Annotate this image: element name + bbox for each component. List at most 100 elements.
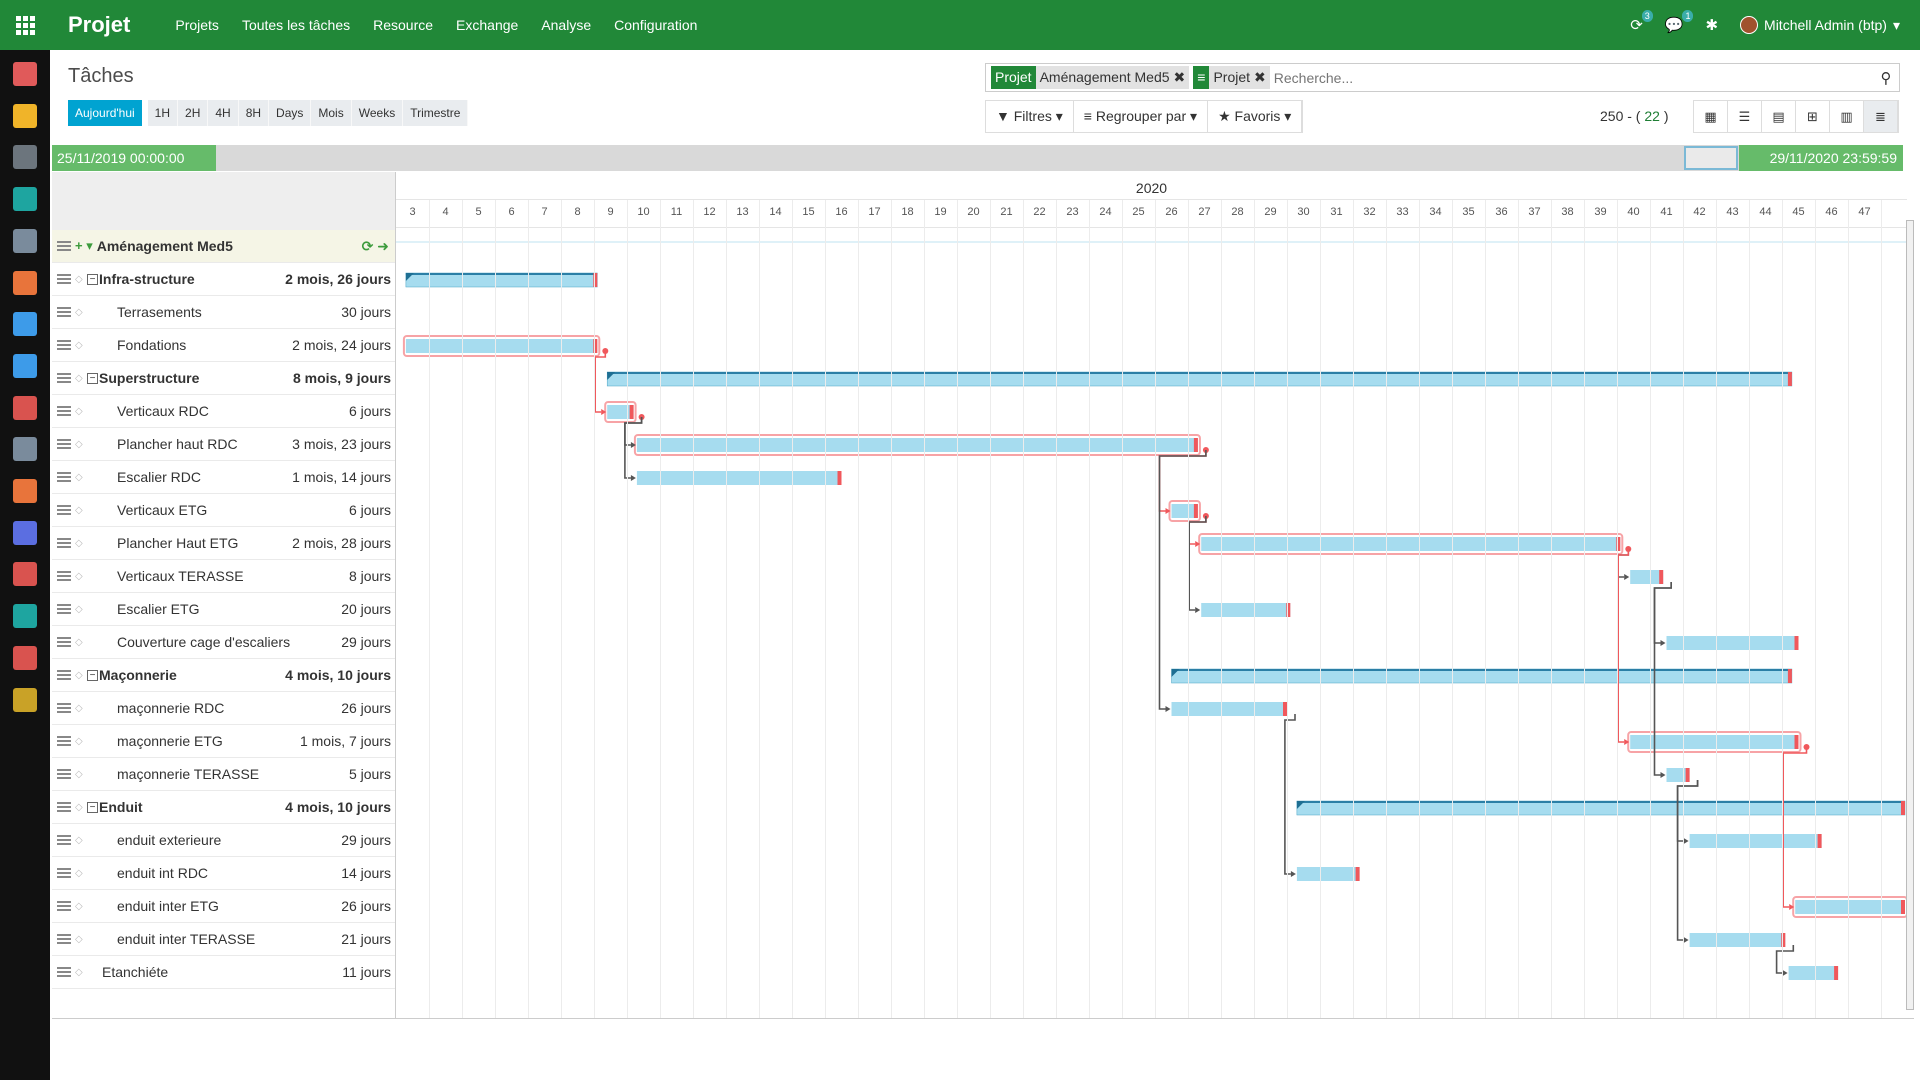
expand-toggle-icon[interactable]: ◇ [75, 274, 87, 285]
expand-toggle-icon[interactable]: ◇ [75, 538, 87, 549]
group-bar[interactable] [606, 371, 1793, 387]
timesheet-icon[interactable] [13, 562, 37, 587]
menu-analyse[interactable]: Analyse [541, 17, 591, 33]
expand-toggle-icon[interactable]: ◇ [75, 769, 87, 780]
expand-toggle-icon[interactable]: ◇ [75, 703, 87, 714]
filters-button[interactable]: ▼ Filtres ▾ [986, 101, 1074, 132]
menu-toutes-les-taches[interactable]: Toutes les tâches [242, 17, 350, 33]
task-bar[interactable] [402, 335, 609, 357]
task-row[interactable]: ◇ Verticaux ETG 6 jours [52, 494, 395, 527]
task-bar[interactable] [1630, 570, 1664, 584]
task-bar[interactable] [1689, 834, 1822, 848]
expand-toggle-icon[interactable]: ◇ [75, 901, 87, 912]
scale-8h-button[interactable]: 8H [238, 100, 270, 126]
scale-mois-button[interactable]: Mois [311, 100, 352, 126]
expand-toggle-icon[interactable]: ◇ [75, 670, 87, 681]
scale-4h-button[interactable]: 4H [208, 100, 239, 126]
task-row[interactable]: ◇ enduit inter ETG 26 jours [52, 890, 395, 923]
group-row[interactable]: ◇ − Maçonnerie 4 mois, 10 jours [52, 659, 395, 692]
group-row[interactable]: ◇ − Superstructure 8 mois, 9 jours [52, 362, 395, 395]
task-row[interactable]: ◇ maçonnerie RDC 26 jours [52, 692, 395, 725]
date-range-bar[interactable]: 25/11/2019 00:00:00 29/11/2020 23:59:59 [52, 145, 1903, 171]
expand-toggle-icon[interactable]: ◇ [75, 505, 87, 516]
expand-toggle-icon[interactable]: ◇ [75, 307, 87, 318]
user-menu[interactable]: Mitchell Admin (btp) ▾ [1740, 16, 1900, 34]
task-bar[interactable] [1296, 867, 1360, 881]
drag-handle-icon[interactable] [57, 769, 71, 779]
expand-toggle-icon[interactable]: ◇ [75, 736, 87, 747]
task-bar[interactable] [1201, 603, 1291, 617]
expand-toggle-icon[interactable]: ◇ [75, 967, 87, 978]
drag-handle-icon[interactable] [57, 835, 71, 845]
invoicing-icon[interactable] [13, 353, 37, 378]
group-by-button[interactable]: ≡ Regrouper par ▾ [1074, 101, 1209, 132]
users-icon[interactable] [13, 645, 37, 670]
expand-toggle-icon[interactable]: ◇ [75, 835, 87, 846]
drag-handle-icon[interactable] [57, 868, 71, 878]
group-bar[interactable] [1171, 668, 1793, 684]
task-row[interactable]: ◇ enduit exterieure 29 jours [52, 824, 395, 857]
drag-handle-icon[interactable] [57, 472, 71, 482]
scale-weeks-button[interactable]: Weeks [351, 100, 404, 126]
drag-handle-icon[interactable] [57, 274, 71, 284]
documents-icon[interactable] [13, 479, 37, 503]
task-bar[interactable] [1171, 702, 1288, 716]
drag-handle-icon[interactable] [57, 604, 71, 614]
drag-handle-icon[interactable] [57, 637, 71, 647]
employees-icon[interactable] [13, 604, 37, 629]
apps-menu-icon[interactable] [0, 0, 50, 50]
task-row[interactable]: ◇ Plancher haut RDC 3 mois, 23 jours [52, 428, 395, 461]
kanban-view-icon[interactable]: ▦ [1694, 101, 1728, 132]
drag-handle-icon[interactable] [57, 340, 71, 350]
task-bar[interactable] [1689, 933, 1786, 947]
discuss-icon[interactable] [13, 62, 37, 86]
drag-handle-icon[interactable] [57, 802, 71, 812]
task-row[interactable]: ◇ Verticaux TERASSE 8 jours [52, 560, 395, 593]
task-bar[interactable] [604, 401, 645, 423]
drag-handle-icon[interactable] [57, 967, 71, 977]
remove-facet-icon[interactable]: ✖ [1174, 69, 1186, 85]
scale-trimestre-button[interactable]: Trimestre [403, 100, 469, 126]
group-bar[interactable] [405, 272, 598, 288]
search-icon[interactable]: ⚲ [1873, 69, 1899, 87]
task-row[interactable]: ◇ maçonnerie ETG 1 mois, 7 jours [52, 725, 395, 758]
link-icon[interactable] [13, 437, 37, 462]
task-bar[interactable] [636, 471, 842, 485]
expand-toggle-icon[interactable]: ◇ [75, 868, 87, 879]
debug-bug-icon[interactable]: ✱ [1705, 16, 1718, 34]
calendar-view-icon[interactable]: ▤ [1762, 101, 1796, 132]
range-slider-handle[interactable] [1684, 146, 1738, 170]
drag-handle-icon[interactable] [57, 736, 71, 746]
task-row[interactable]: ◇ Terrasements 30 jours [52, 296, 395, 329]
expand-toggle-icon[interactable]: ◇ [75, 373, 87, 384]
expand-toggle-icon[interactable]: ◇ [75, 472, 87, 483]
drag-handle-icon[interactable] [57, 406, 71, 416]
favorites-button[interactable]: ★ Favoris ▾ [1208, 101, 1303, 132]
graph-view-icon[interactable]: ▥ [1830, 101, 1864, 132]
scale-2h-button[interactable]: 2H [178, 100, 209, 126]
scale-days-button[interactable]: Days [269, 100, 312, 126]
task-bar[interactable] [1666, 768, 1690, 782]
scale-1h-button[interactable]: 1H [147, 100, 179, 126]
calendar-icon[interactable] [13, 103, 37, 128]
collapse-icon[interactable]: − [87, 273, 98, 285]
task-row[interactable]: ◇ Fondations 2 mois, 24 jours [52, 329, 395, 362]
collapse-icon[interactable]: − [87, 669, 98, 681]
task-row[interactable]: ◇ enduit int RDC 14 jours [52, 857, 395, 890]
drag-handle-icon[interactable] [57, 703, 71, 713]
expand-toggle-icon[interactable]: ◇ [75, 934, 87, 945]
drag-handle-icon[interactable] [57, 373, 71, 383]
task-bar[interactable] [1788, 966, 1839, 980]
drag-handle-icon[interactable] [57, 571, 71, 581]
menu-projets[interactable]: Projets [175, 17, 219, 33]
drag-handle-icon[interactable] [57, 934, 71, 944]
expand-toggle-icon[interactable]: ◇ [75, 340, 87, 351]
task-row[interactable]: ◇ Verticaux RDC 6 jours [52, 395, 395, 428]
collapse-icon[interactable]: − [87, 801, 98, 813]
pivot-view-icon[interactable]: ⊞ [1796, 101, 1830, 132]
expand-toggle-icon[interactable]: ◇ [75, 439, 87, 450]
remove-facet-icon[interactable]: ✖ [1254, 69, 1266, 85]
apps-puzzle-icon[interactable] [13, 520, 37, 545]
activity-icon[interactable]: ⟳ 3 [1630, 10, 1653, 34]
search-input[interactable] [1273, 69, 1873, 86]
